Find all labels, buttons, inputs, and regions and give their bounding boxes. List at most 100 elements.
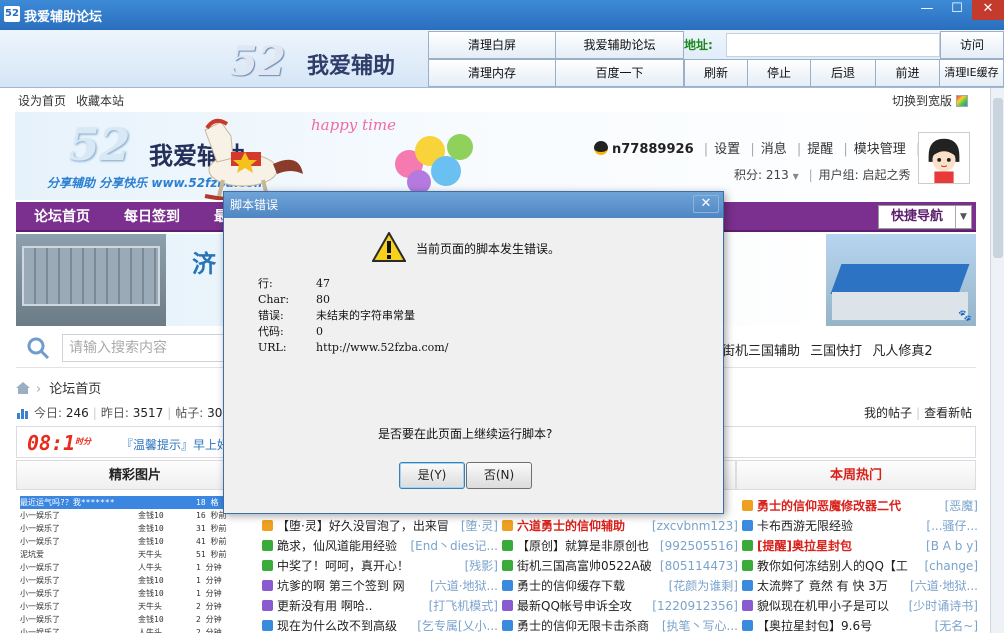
- thread-title[interactable]: 貌似现在机甲小子是可以: [757, 599, 889, 613]
- home-icon[interactable]: [16, 382, 30, 394]
- thread-row[interactable]: 教你如何冻结别人的QQ【工 [change]: [742, 556, 978, 576]
- set-home-link[interactable]: 设为首页: [18, 94, 66, 108]
- pic-list-row[interactable]: 小一娱乐了 人牛头 2 分钟: [20, 626, 248, 633]
- color-swatch-icon[interactable]: [956, 95, 969, 107]
- thread-title[interactable]: 中奖了！呵呵，真开心！: [277, 559, 409, 573]
- thread-author[interactable]: [恶魔]: [944, 496, 978, 516]
- thread-author[interactable]: [堕·灵]: [460, 516, 498, 536]
- thread-title[interactable]: 最新QQ帐号申诉全攻: [517, 599, 632, 613]
- thread-row[interactable]: 中奖了！呵呵，真开心！ [残影]: [262, 556, 498, 576]
- thread-title[interactable]: 太流弊了 竟然 有 快 3万: [757, 579, 888, 593]
- thread-title[interactable]: 街机三国高富帅0522A破: [517, 559, 652, 573]
- yes-button[interactable]: 是(Y): [399, 462, 465, 489]
- visit-button[interactable]: 访问: [940, 31, 1004, 59]
- thread-title[interactable]: 六道勇士的信仰辅助: [517, 519, 625, 533]
- thread-title[interactable]: [提醒]奥拉星封包: [757, 539, 852, 553]
- thread-row[interactable]: 勇士的信仰缓存下载 [花颜为谁剩]: [502, 576, 738, 596]
- thread-row[interactable]: 坑爹的啊 第三个签到 网 [六道·地狱...: [262, 576, 498, 596]
- pic-list-row[interactable]: 小一娱乐了 金钱10 2 分钟: [20, 613, 248, 626]
- thread-title[interactable]: 【奥拉星封包】9.6号: [757, 619, 872, 633]
- stop-button[interactable]: 停止: [747, 59, 811, 87]
- forward-button[interactable]: 前进: [875, 59, 940, 87]
- my-posts-link[interactable]: 我的帖子: [864, 406, 912, 420]
- clear-memory-button[interactable]: 清理内存: [428, 59, 556, 87]
- no-button[interactable]: 否(N): [466, 462, 532, 489]
- thread-author[interactable]: [花颜为谁剩]: [668, 576, 738, 596]
- thread-author[interactable]: [992505516]: [659, 536, 738, 556]
- search-icon[interactable]: [26, 336, 50, 360]
- avatar[interactable]: [918, 132, 970, 184]
- thread-title[interactable]: 【原创】就算是非原创也: [517, 539, 649, 553]
- thread-author[interactable]: [执笔丶写心...: [661, 616, 738, 633]
- thread-author[interactable]: [...骚仔...: [926, 516, 978, 536]
- thread-author[interactable]: [六道·地狱...: [430, 576, 498, 596]
- pic-list-row[interactable]: 小一娱乐了 金钱10 41 秒前: [20, 535, 248, 548]
- thread-title[interactable]: 坑爹的啊 第三个签到 网: [277, 579, 405, 593]
- pic-list-row[interactable]: 小一娱乐了 金钱10 31 秒前: [20, 522, 248, 535]
- thread-row[interactable]: 更新没有用 啊哈.. [打飞机模式]: [262, 596, 498, 616]
- thread-row[interactable]: 【奥拉星封包】9.6号 [无名~]: [742, 616, 978, 633]
- thread-title[interactable]: 教你如何冻结别人的QQ【工: [757, 559, 908, 573]
- hot-link-1[interactable]: 街机三国辅助: [722, 344, 800, 359]
- nav-forum-home[interactable]: 论坛首页: [34, 202, 90, 232]
- hot-link-2[interactable]: 三国快打: [810, 344, 862, 359]
- thread-row[interactable]: 卡布西游无限经验 [...骚仔...: [742, 516, 978, 536]
- search-input[interactable]: 请输入搜索内容: [62, 334, 232, 362]
- dialog-close-icon[interactable]: ✕: [693, 195, 719, 213]
- pic-list-row[interactable]: 小一娱乐了 人牛头 1 分钟: [20, 561, 248, 574]
- pic-list-row[interactable]: 小一娱乐了 金钱10 1 分钟: [20, 587, 248, 600]
- breadcrumb-forum-home[interactable]: 论坛首页: [49, 382, 101, 397]
- reminders-link[interactable]: 提醒: [807, 142, 833, 157]
- thread-author[interactable]: [B A b y]: [926, 536, 978, 556]
- thread-row[interactable]: 【原创】就算是非原创也 [992505516]: [502, 536, 738, 556]
- thread-row[interactable]: 勇士的信仰无限卡击杀商 [执笔丶写心...: [502, 616, 738, 633]
- module-admin-link[interactable]: 模块管理: [854, 142, 906, 157]
- notice-text[interactable]: 『温馨提示』早上好: [121, 436, 229, 453]
- thread-title[interactable]: 【堕·灵】好久没冒泡了，出来冒: [277, 519, 449, 533]
- view-new-link[interactable]: 查看新帖: [924, 406, 972, 420]
- wide-toggle[interactable]: 切换到宽版: [892, 92, 969, 109]
- thread-author[interactable]: [打飞机模式]: [428, 596, 498, 616]
- messages-link[interactable]: 消息: [761, 142, 787, 157]
- thread-author[interactable]: [End丶dies记...: [410, 536, 498, 556]
- clear-screen-button[interactable]: 清理白屏: [428, 31, 556, 59]
- thread-author[interactable]: [zxcvbnm123]: [651, 516, 738, 536]
- thread-author[interactable]: [残影]: [464, 556, 498, 576]
- minimize-button[interactable]: —: [912, 0, 942, 20]
- thread-title[interactable]: 现在为什么改不到高级: [277, 619, 397, 633]
- hot-link-3[interactable]: 凡人修真2: [872, 344, 932, 359]
- pic-list-row[interactable]: 小一娱乐了 天牛头 2 分钟: [20, 600, 248, 613]
- favorite-link[interactable]: 收藏本站: [76, 94, 124, 108]
- thread-title[interactable]: 更新没有用 啊哈..: [277, 599, 372, 613]
- quick-nav-button[interactable]: 快捷导航 ▼: [878, 205, 972, 229]
- thread-author[interactable]: [乞专属[乂小...: [417, 616, 498, 633]
- thread-row[interactable]: 貌似现在机甲小子是可以 [少时诵诗书]: [742, 596, 978, 616]
- thread-author[interactable]: [六道·地狱...: [910, 576, 978, 596]
- thread-title[interactable]: 跪求，仙风道能用经验: [277, 539, 397, 553]
- pic-list-row[interactable]: 小一娱乐了 金钱10 16 秒前: [20, 509, 248, 522]
- thread-row[interactable]: 现在为什么改不到高级 [乞专属[乂小...: [262, 616, 498, 633]
- maximize-button[interactable]: ☐: [942, 0, 972, 20]
- address-input[interactable]: [726, 33, 940, 57]
- thread-author[interactable]: [change]: [924, 556, 978, 576]
- back-button[interactable]: 后退: [810, 59, 876, 87]
- thread-title[interactable]: 勇士的信仰恶魔修改器二代: [757, 499, 901, 513]
- forum-button[interactable]: 我爱辅助论坛: [555, 31, 684, 59]
- clear-ie-cache-button[interactable]: 清理IE缓存: [939, 59, 1004, 87]
- nav-daily-signin[interactable]: 每日签到: [124, 202, 180, 232]
- thread-author[interactable]: [805114473]: [659, 556, 738, 576]
- scrollbar-thumb[interactable]: [993, 98, 1003, 258]
- thread-row[interactable]: 最新QQ帐号申诉全攻 [1220912356]: [502, 596, 738, 616]
- close-button[interactable]: ✕: [972, 0, 1004, 20]
- thread-row[interactable]: 跪求，仙风道能用经验 [End丶dies记...: [262, 536, 498, 556]
- pic-list-row[interactable]: 泥坑爱 天牛头 51 秒前: [20, 548, 248, 561]
- thread-title[interactable]: 勇士的信仰无限卡击杀商: [517, 619, 649, 633]
- settings-link[interactable]: 设置: [714, 142, 740, 157]
- thread-row[interactable]: [提醒]奥拉星封包 [B A b y]: [742, 536, 978, 556]
- page-scrollbar[interactable]: [990, 88, 1004, 633]
- thread-title[interactable]: 勇士的信仰缓存下载: [517, 579, 625, 593]
- pic-list-row[interactable]: 小一娱乐了 金钱10 1 分钟: [20, 574, 248, 587]
- points-label[interactable]: 积分: 213: [734, 168, 789, 182]
- thread-row[interactable]: 勇士的信仰恶魔修改器二代 [恶魔]: [742, 496, 978, 516]
- baidu-button[interactable]: 百度一下: [555, 59, 684, 87]
